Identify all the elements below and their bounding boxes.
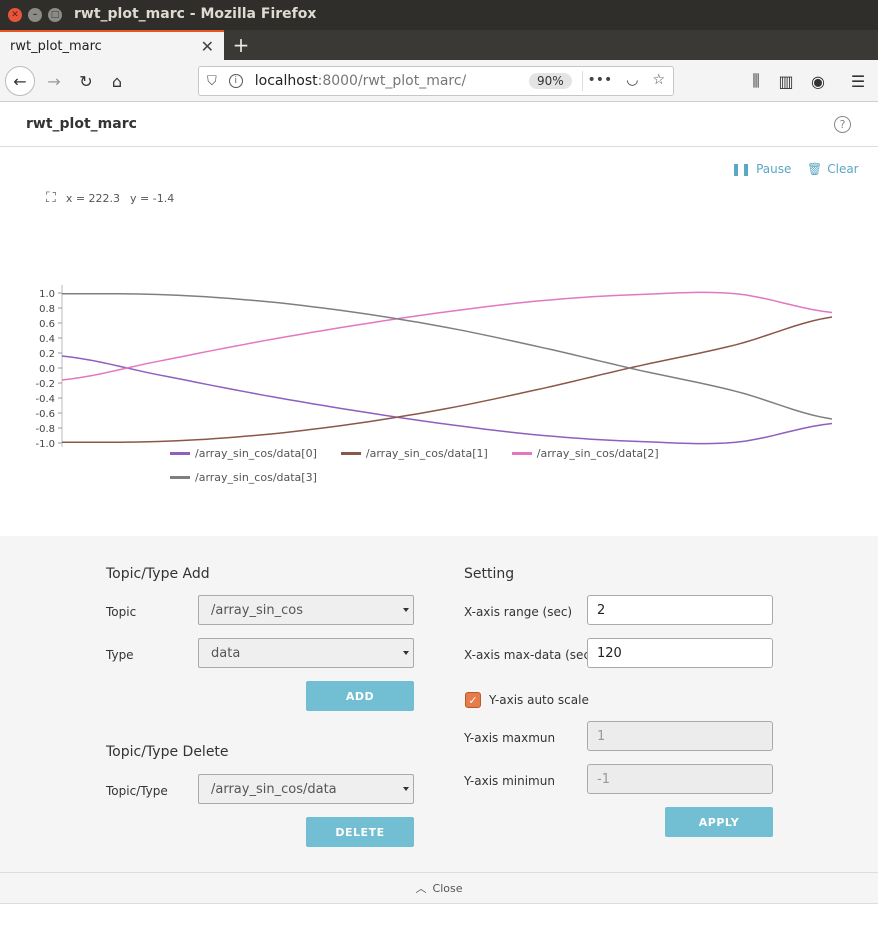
y-min-input[interactable]: -1 (587, 764, 773, 794)
topic-select[interactable]: /array_sin_cos (198, 595, 414, 625)
topic-type-label: Topic/Type (106, 784, 168, 798)
y-tick-label: -0.6 (35, 409, 55, 420)
y-tick-label: 0.4 (39, 334, 55, 345)
help-icon[interactable]: ? (834, 116, 851, 133)
zoom-badge[interactable]: 90% (529, 73, 572, 89)
page: rwt_plot_marc ? ❚❚ Pause 🗑 Clear ⛶ x = 2… (0, 102, 878, 951)
sidebar-icon[interactable]: ▥ (772, 67, 800, 95)
tab-title: rwt_plot_marc (10, 38, 102, 54)
y-tick-label: -0.4 (35, 394, 55, 405)
legend-swatch (170, 452, 190, 455)
line-chart[interactable]: 1.00.80.60.40.20.0-0.2-0.4-0.6-0.8-1.022… (0, 147, 878, 447)
close-panel-button[interactable]: ︿ Close (0, 872, 878, 904)
legend-swatch (170, 476, 190, 479)
account-icon[interactable]: ◉ (804, 67, 832, 95)
y-tick-label: 0.0 (39, 364, 55, 375)
window-title: rwt_plot_marc - Mozilla Firefox (74, 6, 317, 22)
new-tab-button[interactable]: + (224, 30, 258, 60)
info-icon[interactable]: i (228, 74, 243, 88)
tab-active[interactable]: rwt_plot_marc ✕ (0, 30, 224, 60)
menu-icon[interactable]: ☰ (844, 67, 872, 95)
legend-label: /array_sin_cos/data[3] (195, 471, 317, 484)
legend-label: /array_sin_cos/data[1] (365, 447, 488, 460)
window-maximize-button[interactable]: □ (48, 8, 62, 22)
bookmark-star-icon[interactable]: ☆ (652, 72, 665, 88)
add-button[interactable]: ADD (306, 681, 414, 711)
window-close-button[interactable]: ✕ (8, 8, 22, 22)
y-tick-label: -0.2 (35, 379, 55, 390)
forward-button[interactable]: → (40, 67, 68, 95)
y-tick-label: 1.0 (39, 289, 55, 300)
y-tick-label: 0.6 (39, 319, 55, 330)
series-line-2 (61, 291, 833, 381)
type-label: Type (106, 648, 134, 662)
delete-section-title: Topic/Type Delete (106, 744, 229, 760)
library-icon[interactable]: ⫼ (742, 67, 770, 95)
more-actions-icon[interactable]: ••• (587, 72, 612, 88)
chevron-up-icon: ︿ (415, 882, 427, 895)
plot-area: ❚❚ Pause 🗑 Clear ⛶ x = 222.3 y = -1.4 1.… (0, 147, 878, 536)
y-auto-scale-label: Y-axis auto scale (489, 693, 589, 707)
legend-item[interactable]: /array_sin_cos/data[0] (170, 447, 317, 460)
type-select[interactable]: data (198, 638, 414, 668)
y-tick-label: 0.8 (39, 304, 55, 315)
home-button[interactable]: ⌂ (103, 67, 131, 95)
y-max-input[interactable]: 1 (587, 721, 773, 751)
pocket-icon[interactable]: ◡ (626, 72, 638, 88)
legend-label: /array_sin_cos/data[0] (195, 447, 317, 460)
window-minimize-button[interactable]: – (28, 8, 42, 22)
legend-item[interactable]: /array_sin_cos/data[2] (511, 447, 659, 460)
shield-icon[interactable]: ⛉ (207, 74, 217, 89)
topic-type-select[interactable]: /array_sin_cos/data (198, 774, 414, 804)
y-min-label: Y-axis minimun (464, 774, 555, 788)
setting-section-title: Setting (464, 566, 515, 582)
series-line-1 (61, 316, 833, 444)
x-max-data-label: X-axis max-data (sec) (464, 648, 595, 662)
y-tick-label: -0.8 (35, 424, 55, 435)
apply-button[interactable]: APPLY (665, 807, 773, 837)
legend-item[interactable]: /array_sin_cos/data[3] (170, 471, 690, 484)
url-text[interactable]: localhost:8000/rwt_plot_marc/ (255, 73, 467, 89)
nav-bar: ← → ↻ ⌂ ⛉ i localhost:8000/rwt_plot_marc… (0, 60, 878, 102)
page-title: rwt_plot_marc (26, 116, 137, 132)
tab-close-icon[interactable]: ✕ (201, 37, 214, 56)
series-line-0 (61, 355, 833, 445)
topic-label: Topic (106, 605, 137, 619)
y-auto-scale-checkbox[interactable]: ✓ (465, 692, 481, 708)
reload-button[interactable]: ↻ (72, 67, 100, 95)
y-tick-label: -1.0 (35, 439, 55, 447)
add-section-title: Topic/Type Add (106, 566, 210, 582)
x-range-input[interactable]: 2 (587, 595, 773, 625)
chart-legend: /array_sin_cos/data[0] /array_sin_cos/dat… (170, 447, 690, 484)
y-max-label: Y-axis maxmun (464, 731, 556, 745)
settings-panel: Topic/Type Add Topic /array_sin_cos Type… (0, 536, 878, 872)
divider (582, 71, 583, 91)
legend-swatch (340, 452, 361, 455)
legend-swatch (511, 452, 532, 455)
y-tick-label: 0.2 (39, 349, 55, 360)
back-button[interactable]: ← (5, 66, 35, 96)
tab-strip: rwt_plot_marc ✕ + (0, 30, 878, 60)
delete-button[interactable]: DELETE (306, 817, 414, 847)
window-titlebar: ✕ – □ rwt_plot_marc - Mozilla Firefox (0, 0, 878, 30)
legend-item[interactable]: /array_sin_cos/data[1] (340, 447, 488, 460)
legend-label: /array_sin_cos/data[2] (536, 447, 659, 460)
x-range-label: X-axis range (sec) (464, 605, 573, 619)
app-header: rwt_plot_marc ? (0, 102, 878, 147)
x-max-data-input[interactable]: 120 (587, 638, 773, 668)
url-bar[interactable]: ⛉ i localhost:8000/rwt_plot_marc/ 90% ••… (198, 66, 674, 96)
